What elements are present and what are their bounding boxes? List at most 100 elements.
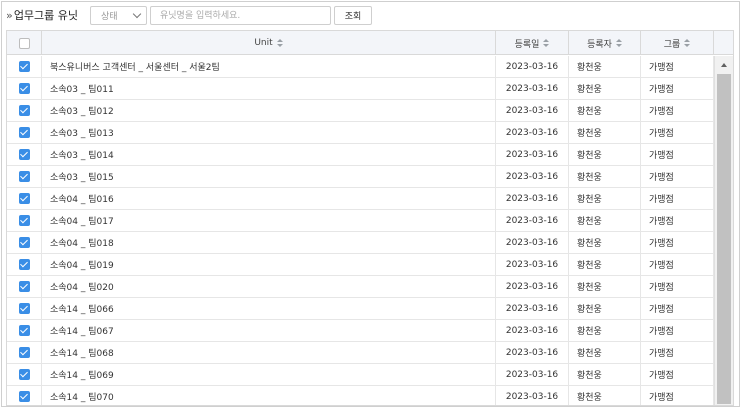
table-row[interactable]: 소속14 _ 팀066 2023-03-16 황천웅 가맹점	[7, 298, 714, 320]
table-row[interactable]: 소속04 _ 팀020 2023-03-16 황천웅 가맹점	[7, 276, 714, 298]
row-checkbox-cell[interactable]	[7, 188, 42, 209]
table-row[interactable]: 소속14 _ 팀070 2023-03-16 황천웅 가맹점	[7, 386, 714, 405]
cell-date: 2023-03-16	[496, 78, 569, 99]
row-checkbox-cell[interactable]	[7, 298, 42, 319]
scroll-up-arrow-icon[interactable]	[721, 63, 727, 67]
cell-group: 가맹점	[641, 100, 714, 121]
header-scroll-spacer	[714, 31, 733, 55]
row-checkbox-cell[interactable]	[7, 364, 42, 385]
checkbox-checked-icon[interactable]	[18, 237, 30, 248]
row-checkbox-cell[interactable]	[7, 78, 42, 99]
checkbox-checked-icon[interactable]	[18, 281, 30, 292]
checkbox-checked-icon[interactable]	[18, 325, 30, 336]
cell-date: 2023-03-16	[496, 100, 569, 121]
cell-registrar: 황천웅	[569, 232, 641, 253]
vertical-scrollbar[interactable]	[714, 56, 733, 405]
header-unit[interactable]: Unit	[42, 31, 496, 55]
sort-icon[interactable]	[543, 38, 550, 48]
header-select-all[interactable]	[7, 31, 42, 55]
scrollbar-thumb[interactable]	[717, 74, 731, 404]
search-button[interactable]: 조회	[334, 6, 372, 25]
checkbox-checked-icon[interactable]	[18, 171, 30, 182]
checkbox-checked-icon[interactable]	[18, 391, 30, 402]
cell-date: 2023-03-16	[496, 166, 569, 187]
cell-unit: 북스유니버스 고객센터 _ 서울센터 _ 서울2팀	[42, 56, 496, 77]
table-row[interactable]: 소속03 _ 팀011 2023-03-16 황천웅 가맹점	[7, 78, 714, 100]
table-row[interactable]: 소속04 _ 팀019 2023-03-16 황천웅 가맹점	[7, 254, 714, 276]
cell-group: 가맹점	[641, 386, 714, 405]
row-checkbox-cell[interactable]	[7, 100, 42, 121]
checkbox-checked-icon[interactable]	[18, 347, 30, 358]
row-checkbox-cell[interactable]	[7, 232, 42, 253]
sort-icon[interactable]	[615, 38, 622, 48]
table-row[interactable]: 소속03 _ 팀015 2023-03-16 황천웅 가맹점	[7, 166, 714, 188]
row-checkbox-cell[interactable]	[7, 56, 42, 77]
table-row[interactable]: 소속14 _ 팀069 2023-03-16 황천웅 가맹점	[7, 364, 714, 386]
table-row[interactable]: 소속14 _ 팀067 2023-03-16 황천웅 가맹점	[7, 320, 714, 342]
cell-group: 가맹점	[641, 144, 714, 165]
status-select-value: 상태	[101, 12, 118, 22]
checkbox-checked-icon[interactable]	[18, 369, 30, 380]
header-unit-label: Unit	[254, 38, 273, 48]
row-checkbox-cell[interactable]	[7, 276, 42, 297]
cell-date: 2023-03-16	[496, 254, 569, 275]
table-row[interactable]: 소속03 _ 팀013 2023-03-16 황천웅 가맹점	[7, 122, 714, 144]
table-row[interactable]: 소속04 _ 팀016 2023-03-16 황천웅 가맹점	[7, 188, 714, 210]
checkbox-checked-icon[interactable]	[18, 105, 30, 116]
table-row[interactable]: 소속03 _ 팀014 2023-03-16 황천웅 가맹점	[7, 144, 714, 166]
header-group-label: 그룹	[663, 39, 681, 50]
cell-registrar: 황천웅	[569, 56, 641, 77]
table-row[interactable]: 소속04 _ 팀018 2023-03-16 황천웅 가맹점	[7, 232, 714, 254]
sort-icon[interactable]	[276, 38, 283, 48]
cell-date: 2023-03-16	[496, 320, 569, 341]
row-checkbox-cell[interactable]	[7, 342, 42, 363]
select-all-checkbox[interactable]	[18, 37, 30, 49]
row-checkbox-cell[interactable]	[7, 122, 42, 143]
checkbox-checked-icon[interactable]	[18, 303, 30, 314]
cell-unit: 소속03 _ 팀013	[42, 122, 496, 143]
cell-group: 가맹점	[641, 364, 714, 385]
table-body: 북스유니버스 고객센터 _ 서울센터 _ 서울2팀 2023-03-16 황천웅 가맹…	[7, 56, 714, 405]
cell-registrar: 황천웅	[569, 298, 641, 319]
row-checkbox-cell[interactable]	[7, 144, 42, 165]
checkbox-checked-icon[interactable]	[18, 259, 30, 270]
cell-date: 2023-03-16	[496, 56, 569, 77]
cell-group: 가맹점	[641, 276, 714, 297]
table-row[interactable]: 소속14 _ 팀068 2023-03-16 황천웅 가맹점	[7, 342, 714, 364]
sort-icon[interactable]	[684, 38, 691, 48]
row-checkbox-cell[interactable]	[7, 210, 42, 231]
cell-unit: 소속14 _ 팀067	[42, 320, 496, 341]
row-checkbox-cell[interactable]	[7, 254, 42, 275]
checkbox-checked-icon[interactable]	[18, 83, 30, 94]
cell-group: 가맹점	[641, 320, 714, 341]
checkbox-checked-icon[interactable]	[18, 193, 30, 204]
unit-panel: ›› 업무그룹 유닛 상태 조회 Unit 등록일 등록자	[1, 1, 740, 407]
toolbar: ›› 업무그룹 유닛 상태 조회	[2, 2, 739, 29]
table-row[interactable]: 북스유니버스 고객센터 _ 서울센터 _ 서울2팀 2023-03-16 황천웅 가맹…	[7, 56, 714, 78]
cell-unit: 소속03 _ 팀011	[42, 78, 496, 99]
row-checkbox-cell[interactable]	[7, 386, 42, 405]
status-select[interactable]: 상태	[90, 6, 147, 25]
checkbox-checked-icon[interactable]	[18, 215, 30, 226]
table-row[interactable]: 소속04 _ 팀017 2023-03-16 황천웅 가맹점	[7, 210, 714, 232]
header-registrar-label: 등록자	[587, 39, 612, 50]
table-row[interactable]: 소속03 _ 팀012 2023-03-16 황천웅 가맹점	[7, 100, 714, 122]
header-date[interactable]: 등록일	[496, 31, 569, 55]
checkbox-checked-icon[interactable]	[18, 61, 30, 72]
unit-search-input[interactable]	[150, 6, 331, 25]
cell-unit: 소속04 _ 팀016	[42, 188, 496, 209]
header-registrar[interactable]: 등록자	[569, 31, 641, 55]
row-checkbox-cell[interactable]	[7, 320, 42, 341]
chevron-down-icon	[132, 9, 142, 19]
checkbox-checked-icon[interactable]	[18, 149, 30, 160]
cell-unit: 소속03 _ 팀015	[42, 166, 496, 187]
cell-unit: 소속03 _ 팀012	[42, 100, 496, 121]
cell-date: 2023-03-16	[496, 144, 569, 165]
cell-date: 2023-03-16	[496, 364, 569, 385]
header-group[interactable]: 그룹	[641, 31, 714, 55]
row-checkbox-cell[interactable]	[7, 166, 42, 187]
cell-registrar: 황천웅	[569, 188, 641, 209]
cell-group: 가맹점	[641, 254, 714, 275]
cell-registrar: 황천웅	[569, 320, 641, 341]
checkbox-checked-icon[interactable]	[18, 127, 30, 138]
